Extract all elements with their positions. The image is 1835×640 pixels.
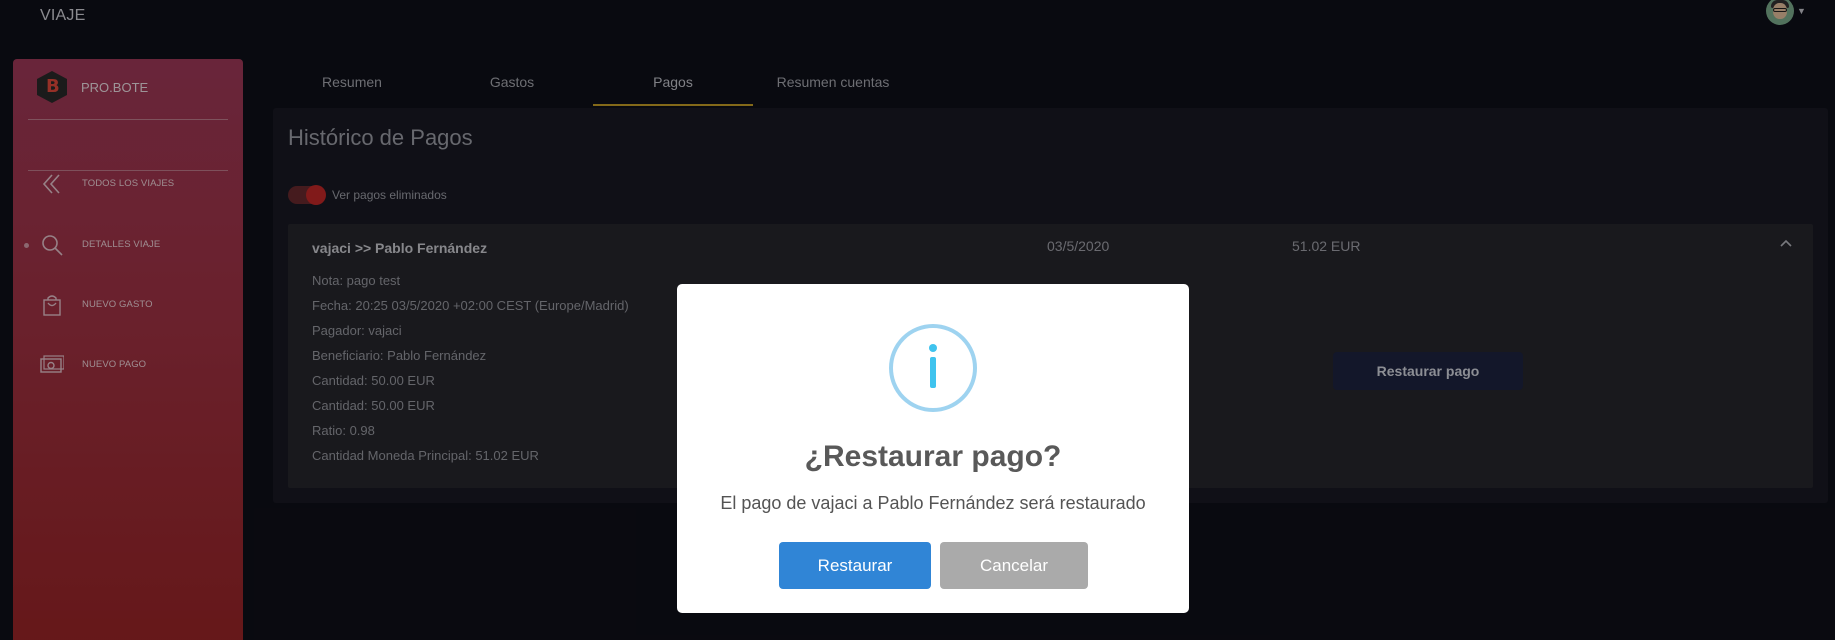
cancel-button[interactable]: Cancelar [940, 542, 1088, 589]
info-dot [929, 344, 937, 352]
confirm-dialog: ¿Restaurar pago? El pago de vajaci a Pab… [677, 284, 1189, 613]
info-bar [930, 357, 936, 388]
app-root: VIAJE ▼ B PRO.BOTE TODOS LOS VIAJES DETA… [0, 0, 1835, 640]
confirm-button[interactable]: Restaurar [779, 542, 931, 589]
dialog-text: El pago de vajaci a Pablo Fernández será… [720, 493, 1146, 513]
dialog-title: ¿Restaurar pago? [804, 440, 1062, 473]
info-icon [889, 324, 977, 412]
